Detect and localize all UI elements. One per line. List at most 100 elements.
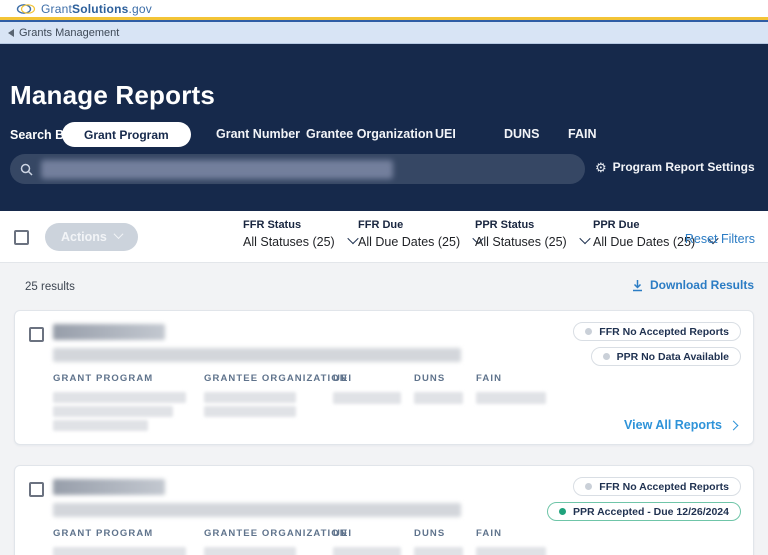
- ppr-status-badge: PPR No Data Available: [591, 347, 741, 366]
- badge-label: PPR Accepted - Due 12/26/2024: [573, 506, 729, 518]
- logo-text: GrantSolutions.gov: [41, 2, 152, 16]
- field-label: GRANTEE ORGANIZATION: [204, 373, 333, 384]
- search-by-tabs: Search By Grant Program Grant Number Gra…: [0, 122, 768, 148]
- badge-label: FFR No Accepted Reports: [599, 481, 729, 493]
- field-uei: UEI: [333, 528, 414, 555]
- badge-label: PPR No Data Available: [617, 351, 729, 363]
- filter-value: All Due Dates (25): [593, 235, 695, 249]
- filter-label: FFR Due: [358, 219, 482, 231]
- filter-value: All Due Dates (25): [358, 235, 460, 249]
- reset-filters-link[interactable]: Reset Filters: [685, 232, 755, 246]
- field-label: UEI: [333, 528, 414, 539]
- card-fields: GRANT PROGRAM GRANTEE ORGANIZATION UEI D…: [53, 373, 556, 434]
- field-fain: FAIN: [476, 373, 556, 434]
- ffr-status-badge: FFR No Accepted Reports: [573, 477, 741, 496]
- chevron-down-icon: [347, 233, 358, 244]
- gear-icon: ⚙: [595, 161, 607, 174]
- download-results-label: Download Results: [650, 278, 754, 292]
- top-brand-bar: GrantSolutions.gov: [0, 0, 768, 17]
- badge-label: FFR No Accepted Reports: [599, 326, 729, 338]
- program-report-settings-button[interactable]: ⚙ Program Report Settings: [595, 160, 755, 174]
- ppr-status-dropdown[interactable]: All Statuses (25): [475, 235, 589, 249]
- redacted-value: [53, 406, 173, 417]
- search-input[interactable]: [10, 154, 585, 184]
- ppr-status-badge: PPR Accepted - Due 12/26/2024: [547, 502, 741, 521]
- status-badges: FFR No Accepted Reports PPR No Data Avai…: [573, 322, 741, 366]
- filter-ffr-due: FFR Due All Due Dates (25): [358, 219, 482, 249]
- redacted-value: [204, 392, 296, 403]
- filter-value: All Statuses (25): [475, 235, 567, 249]
- filter-ffr-status: FFR Status All Statuses (25): [243, 219, 357, 249]
- field-label: UEI: [333, 373, 414, 384]
- redacted-value: [414, 547, 463, 555]
- field-uei: UEI: [333, 373, 414, 434]
- page-title: Manage Reports: [10, 80, 215, 111]
- redacted-grant-title: [53, 348, 461, 362]
- redacted-value: [204, 547, 296, 555]
- chevron-right-icon: [729, 421, 739, 431]
- download-results-link[interactable]: Download Results: [631, 278, 754, 292]
- page-header: Manage Reports Search By Grant Program G…: [0, 44, 768, 211]
- redacted-value: [414, 392, 463, 404]
- filter-label: PPR Status: [475, 219, 589, 231]
- report-card: GRANT PROGRAM GRANTEE ORGANIZATION UEI D…: [14, 465, 754, 555]
- grantsolutions-logo[interactable]: GrantSolutions.gov: [16, 2, 152, 16]
- row-checkbox[interactable]: [29, 482, 44, 497]
- redacted-grant-title: [53, 503, 461, 517]
- filter-value: All Statuses (25): [243, 235, 335, 249]
- field-grantee-organization: GRANTEE ORGANIZATION: [204, 373, 333, 434]
- field-label: FAIN: [476, 373, 556, 384]
- status-dot-icon: [585, 328, 592, 335]
- chevron-down-icon: [579, 233, 590, 244]
- tab-duns[interactable]: DUNS: [504, 127, 539, 141]
- field-label: DUNS: [414, 528, 476, 539]
- actions-button[interactable]: Actions: [45, 223, 138, 251]
- redacted-value: [53, 420, 148, 431]
- ffr-status-dropdown[interactable]: All Statuses (25): [243, 235, 357, 249]
- view-all-reports-link[interactable]: View All Reports: [624, 418, 737, 432]
- program-report-settings-label: Program Report Settings: [613, 160, 755, 174]
- breadcrumb-grants-management[interactable]: Grants Management: [19, 27, 119, 39]
- ffr-due-dropdown[interactable]: All Due Dates (25): [358, 235, 482, 249]
- redacted-value: [53, 547, 186, 555]
- search-icon: [20, 163, 33, 176]
- field-label: GRANTEE ORGANIZATION: [204, 528, 333, 539]
- logo-ovals-icon: [16, 3, 36, 15]
- redacted-value: [333, 392, 401, 404]
- tab-uei[interactable]: UEI: [435, 127, 456, 141]
- tab-fain[interactable]: FAIN: [568, 127, 596, 141]
- field-label: FAIN: [476, 528, 556, 539]
- field-label: GRANT PROGRAM: [53, 373, 204, 384]
- tab-grant-number[interactable]: Grant Number: [216, 127, 300, 141]
- redacted-value: [204, 406, 296, 417]
- redacted-value: [476, 547, 546, 555]
- tab-grantee-organization[interactable]: Grantee Organization: [306, 127, 433, 141]
- redacted-value: [53, 392, 186, 403]
- breadcrumb: Grants Management: [0, 22, 768, 44]
- filter-label: FFR Status: [243, 219, 357, 231]
- results-header: 25 results Download Results: [0, 263, 768, 309]
- results-count: 25 results: [25, 281, 75, 293]
- field-grantee-organization: GRANTEE ORGANIZATION: [204, 528, 333, 555]
- filter-label: PPR Due: [593, 219, 717, 231]
- select-all-checkbox[interactable]: [14, 230, 29, 245]
- status-dot-icon: [603, 353, 610, 360]
- row-checkbox[interactable]: [29, 327, 44, 342]
- field-label: DUNS: [414, 373, 476, 384]
- redacted-search-query: [41, 160, 393, 179]
- redacted-value: [476, 392, 546, 404]
- ffr-status-badge: FFR No Accepted Reports: [573, 322, 741, 341]
- search-row: ⚙ Program Report Settings: [0, 154, 768, 184]
- field-grant-program: GRANT PROGRAM: [53, 528, 204, 555]
- card-fields: GRANT PROGRAM GRANTEE ORGANIZATION UEI D…: [53, 528, 556, 555]
- manage-reports-page: GrantSolutions.gov Grants Management Man…: [0, 0, 768, 555]
- field-fain: FAIN: [476, 528, 556, 555]
- back-arrow-icon: [8, 29, 14, 37]
- status-badges: FFR No Accepted Reports PPR Accepted - D…: [547, 477, 741, 521]
- field-grant-program: GRANT PROGRAM: [53, 373, 204, 434]
- view-all-reports-label: View All Reports: [624, 418, 722, 432]
- redacted-value: [333, 547, 401, 555]
- filter-bar: Actions FFR Status All Statuses (25) FFR…: [0, 211, 768, 263]
- redacted-grant-number: [53, 324, 165, 340]
- tab-grant-program[interactable]: Grant Program: [62, 122, 191, 147]
